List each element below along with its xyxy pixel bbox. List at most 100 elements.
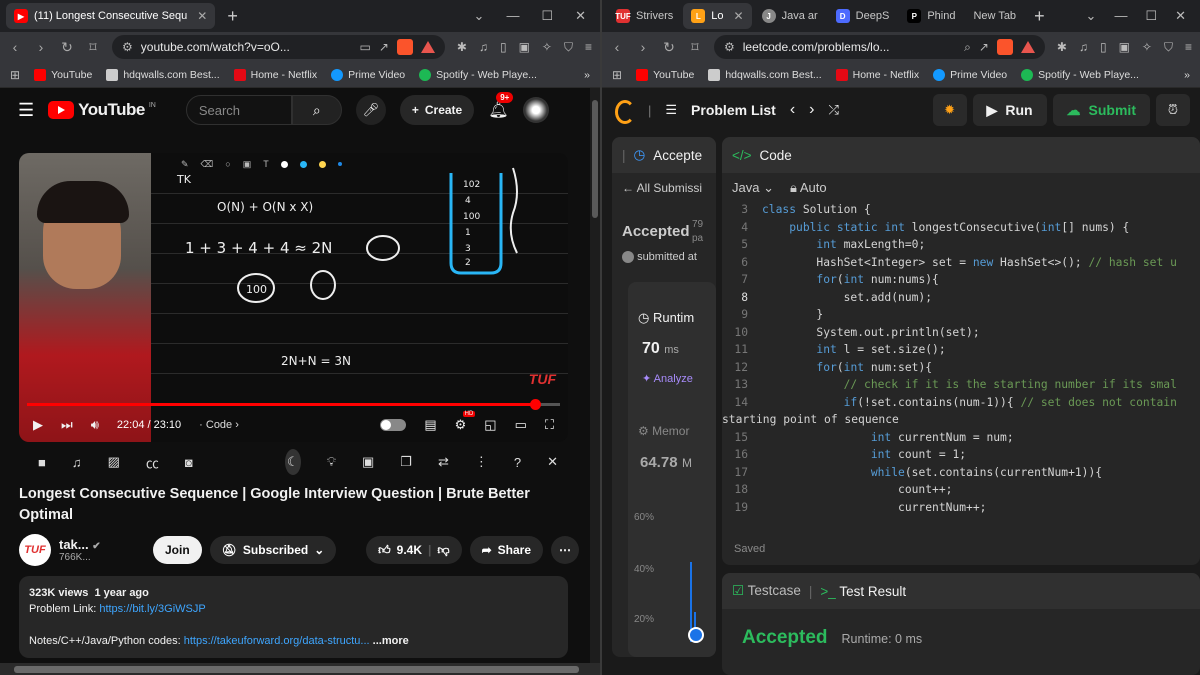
problem-link[interactable]: https://bit.ly/3GiWSJP	[99, 603, 205, 615]
close-tab-icon[interactable]: ✕	[197, 9, 207, 23]
volume-icon[interactable]: 🔊︎	[91, 417, 99, 433]
testcase-tab[interactable]: ☑ Testcase	[732, 583, 801, 599]
more-vert-icon[interactable]: ⋮	[475, 454, 488, 470]
menu-icon[interactable]: ≡	[1185, 40, 1192, 54]
minimize-button[interactable]: —	[1114, 8, 1127, 24]
code-line[interactable]: 14 if(!set.contains(num-1)){ // set does…	[722, 394, 1200, 412]
close-window-button[interactable]: ✕	[575, 8, 586, 24]
apps-grid-icon[interactable]: ⊞	[612, 68, 622, 82]
back-icon[interactable]: ‹	[8, 39, 22, 55]
bookmark-hdqwalls[interactable]: hdqwalls.com Best...	[106, 68, 220, 81]
dark-mode-button[interactable]: ☾	[284, 449, 301, 475]
more-bookmarks-icon[interactable]: »	[584, 69, 590, 81]
auto-complete-toggle[interactable]: 🔒︎ Auto	[790, 180, 827, 196]
code-line[interactable]: 18 count++;	[722, 481, 1200, 499]
bookmark-icon[interactable]: ⌑	[86, 39, 100, 56]
media-icon[interactable]: ♫	[479, 40, 488, 54]
sidebar-icon[interactable]: ▯	[1100, 40, 1107, 54]
vpn-icon[interactable]: ⛉	[1164, 40, 1173, 55]
new-tab-button[interactable]: +	[219, 6, 246, 27]
create-button[interactable]: + Create	[399, 95, 475, 125]
user-avatar[interactable]	[622, 251, 634, 264]
more-link[interactable]: ...more	[373, 635, 409, 647]
extensions-icon[interactable]: ✱	[457, 40, 467, 54]
music-icon[interactable]: ♫	[72, 455, 82, 470]
bookmark-spotify[interactable]: Spotify - Web Playe...	[419, 68, 537, 81]
reload-icon[interactable]: ↻	[60, 39, 74, 56]
runtime-card[interactable]: ◷ Runtim 70 ms ✦ Analyze ⚙ Memor 64.78 M…	[628, 282, 716, 657]
tab-youtube[interactable]: ▶ (11) Longest Consecutive Sequ ✕	[6, 3, 216, 29]
code-line[interactable]: 17 while(set.contains(currentNum+1)){	[722, 464, 1200, 482]
theater-icon[interactable]: ▭	[515, 417, 527, 433]
tab-deepseek[interactable]: D DeepS	[828, 3, 898, 29]
close-tab-icon[interactable]: ✕	[734, 9, 744, 23]
timer-button[interactable]: ⏰︎	[1156, 94, 1190, 126]
bookmark-prime[interactable]: Prime Video	[933, 68, 1007, 81]
fullscreen-icon[interactable]: ⛶	[545, 417, 554, 433]
all-submissions-link[interactable]: ← All Submissi	[622, 181, 702, 195]
code-line[interactable]: 16 int count = 1;	[722, 446, 1200, 464]
code-line[interactable]: 7 for(int num:nums){	[722, 271, 1200, 289]
lightbulb-icon[interactable]: 💡︎	[327, 454, 336, 470]
bookmark-hdqwalls[interactable]: hdqwalls.com Best...	[708, 68, 822, 81]
tab-search-icon[interactable]: ⌄	[1086, 8, 1097, 24]
thumbs-down-icon[interactable]: 👎︎	[437, 543, 449, 558]
bookmark-icon[interactable]: ⌑	[688, 39, 702, 56]
video-player[interactable]: ✎ ⌫ ○ ▣ T TK O(N) + O(N x X) 1 + 3 + 4 + 4 ≈…	[19, 153, 568, 442]
brave-shield-icon[interactable]	[996, 39, 1013, 55]
tab-newtab[interactable]: New Tab	[965, 3, 1024, 29]
reload-icon[interactable]: ↻	[662, 39, 676, 56]
notes-link[interactable]: https://takeuforward.org/data-structu...	[184, 635, 370, 647]
help-icon[interactable]: ?	[514, 455, 521, 470]
url-field[interactable]: ⚙ youtube.com/watch?v=oO... ▭ ↗	[112, 35, 445, 59]
bookmark-netflix[interactable]: Home - Netflix	[835, 68, 919, 81]
code-line[interactable]: 15 int currentNum = num;	[722, 429, 1200, 447]
test-result-tab[interactable]: >_ Test Result	[820, 584, 906, 599]
url-field[interactable]: ⚙ leetcode.com/problems/lo... ⌕ ↗	[714, 35, 1045, 59]
code-line[interactable]: 13 // check if it is the starting number…	[722, 376, 1200, 394]
code-line[interactable]: 6 HashSet<Integer> set = new HashSet<>()…	[722, 254, 1200, 272]
scroll-thumb[interactable]	[592, 100, 598, 218]
video-progress-bar[interactable]	[27, 399, 560, 410]
code-line[interactable]: starting point of sequence	[722, 411, 1200, 429]
tab-java[interactable]: J Java ar	[754, 3, 826, 29]
forward-icon[interactable]: ›	[636, 39, 650, 55]
tab-search-icon[interactable]: ⌄	[474, 8, 485, 24]
brave-rewards-icon[interactable]	[420, 41, 435, 53]
code-line[interactable]: 5 int maxLength=0;	[722, 236, 1200, 254]
maximize-button[interactable]: ☐	[1145, 8, 1157, 24]
code-line[interactable]: 3 class Solution {	[722, 201, 1200, 219]
join-button[interactable]: Join	[153, 536, 202, 564]
cast-icon[interactable]: ▭	[359, 40, 370, 54]
camera-icon[interactable]: ■	[38, 455, 46, 470]
menu-icon[interactable]: ≡	[585, 40, 592, 54]
forward-icon[interactable]: ›	[34, 39, 48, 55]
back-icon[interactable]: ‹	[610, 39, 624, 55]
problem-list-link[interactable]: Problem List	[691, 102, 776, 118]
chapter-button[interactable]: · Code ›	[199, 419, 239, 431]
next-problem-icon[interactable]: ›	[809, 101, 814, 119]
run-button[interactable]: ▶ Run	[972, 94, 1047, 126]
tab-strivers[interactable]: TUF Strivers	[608, 3, 681, 29]
tab-phind[interactable]: P Phind	[899, 3, 963, 29]
minimize-button[interactable]: —	[506, 8, 519, 24]
progress-scrubber[interactable]	[529, 399, 541, 410]
leetcode-logo-icon[interactable]	[612, 98, 635, 124]
apps-grid-icon[interactable]: ⊞	[10, 68, 20, 82]
share-icon[interactable]: ↗	[979, 40, 989, 54]
more-bookmarks-icon[interactable]: »	[1184, 69, 1190, 81]
brave-rewards-icon[interactable]	[1020, 41, 1035, 53]
vpn-icon[interactable]: ⛉	[564, 40, 573, 55]
more-actions-button[interactable]: ⋯	[551, 536, 579, 564]
zoom-icon[interactable]: ⌕	[964, 40, 971, 55]
channel-name[interactable]: tak... ✔	[59, 537, 145, 552]
code-line[interactable]: 8 set.add(num);	[722, 289, 1200, 307]
share-button[interactable]: ➦ Share	[469, 536, 543, 564]
analyze-button[interactable]: ✦ Analyze	[642, 372, 693, 385]
code-line[interactable]: 10 System.out.println(set);	[722, 324, 1200, 342]
bookmark-youtube[interactable]: YouTube	[34, 68, 92, 81]
code-line[interactable]: 4 public static int longestConsecutive(i…	[722, 219, 1200, 237]
media-icon[interactable]: ♫	[1079, 40, 1088, 54]
scroll-thumb[interactable]	[14, 666, 579, 673]
code-line[interactable]: 19 currentNum++;	[722, 499, 1200, 517]
